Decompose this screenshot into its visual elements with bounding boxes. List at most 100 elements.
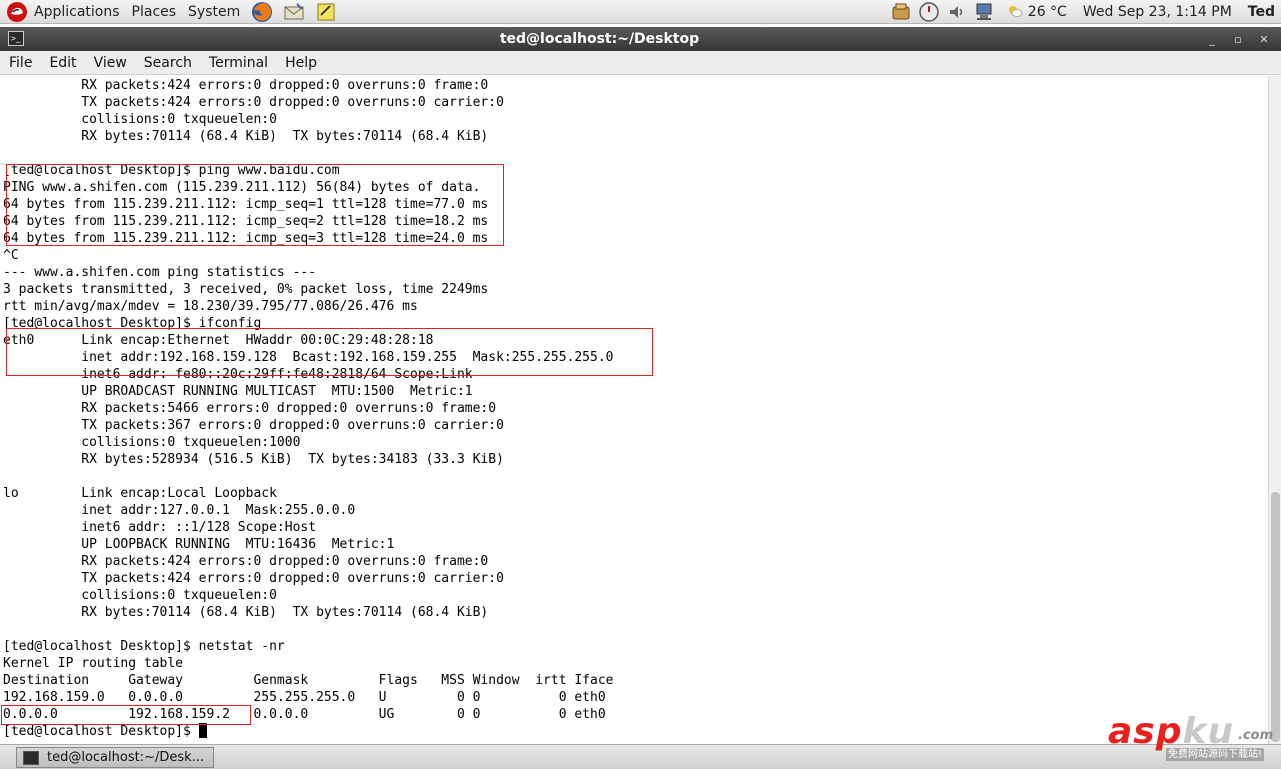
terminal-line-text: PING www.a.shifen.com (115.239.211.112) … [3, 180, 481, 195]
terminal-line-text: TX packets:424 errors:0 dropped:0 overru… [3, 571, 504, 586]
terminal-line: RX packets:424 errors:0 dropped:0 overru… [3, 553, 613, 570]
menu-view[interactable]: View [85, 55, 135, 71]
terminal-task-icon [23, 750, 39, 765]
menu-file[interactable]: File [0, 55, 40, 71]
terminal-line-text: [ted@localhost Desktop]$ ifconfig [3, 316, 262, 331]
terminal-line-text: TX packets:424 errors:0 dropped:0 overru… [3, 95, 504, 110]
menu-edit[interactable]: Edit [40, 55, 84, 71]
terminal-line-text: RX bytes:528934 (516.5 KiB) TX bytes:341… [3, 452, 504, 467]
terminal-line-text: [ted@localhost Desktop]$ [3, 724, 199, 739]
terminal-lines: RX packets:424 errors:0 dropped:0 overru… [3, 77, 613, 740]
network-icon[interactable] [974, 1, 996, 23]
terminal-line: 64 bytes from 115.239.211.112: icmp_seq=… [3, 230, 613, 247]
terminal-line: --- www.a.shifen.com ping statistics --- [3, 264, 613, 281]
terminal-line: inet6 addr: fe80::20c:29ff:fe48:2818/64 … [3, 366, 613, 383]
close-button[interactable]: ✕ [1251, 33, 1277, 46]
terminal-line-text: inet6 addr: ::1/128 Scope:Host [3, 520, 317, 535]
terminal-line: inet addr:127.0.0.1 Mask:255.0.0.0 [3, 502, 613, 519]
window-titlebar[interactable]: >_ ted@localhost:~/Desktop _ ▫ ✕ [0, 27, 1281, 51]
window-title: ted@localhost:~/Desktop [499, 31, 700, 47]
terminal-line: TX packets:424 errors:0 dropped:0 overru… [3, 570, 613, 587]
top-panel: Applications Places System 26 °C Wed Sep… [0, 0, 1281, 24]
terminal-line: Kernel IP routing table [3, 655, 613, 672]
terminal-line: inet6 addr: ::1/128 Scope:Host [3, 519, 613, 536]
terminal-line: inet addr:192.168.159.128 Bcast:192.168.… [3, 349, 613, 366]
terminal-line: [ted@localhost Desktop]$ [3, 723, 613, 740]
terminal-line: UP BROADCAST RUNNING MULTICAST MTU:1500 … [3, 383, 613, 400]
terminal-line: collisions:0 txqueuelen:1000 [3, 434, 613, 451]
terminal-line: TX packets:424 errors:0 dropped:0 overru… [3, 94, 613, 111]
power-icon[interactable] [918, 1, 940, 23]
redhat-icon [7, 1, 27, 22]
menu-bar: File Edit View Search Terminal Help [0, 51, 1281, 75]
terminal-scrollbar[interactable] [1268, 76, 1281, 744]
terminal-line-text: Kernel IP routing table [3, 656, 184, 671]
terminal-line-text: 3 packets transmitted, 3 received, 0% pa… [3, 282, 489, 297]
terminal-line-text: 64 bytes from 115.239.211.112: icmp_seq=… [3, 197, 489, 212]
terminal-line: rtt min/avg/max/mdev = 18.230/39.795/77.… [3, 298, 613, 315]
notes-icon[interactable] [315, 1, 337, 23]
terminal-line-text: RX bytes:70114 (68.4 KiB) TX bytes:70114… [3, 129, 489, 144]
bottom-panel: ted@localhost:~/Desk... [0, 744, 1281, 769]
mail-icon[interactable] [283, 1, 305, 23]
terminal-line-text: RX packets:424 errors:0 dropped:0 overru… [3, 78, 489, 93]
taskbar-terminal-button[interactable]: ted@localhost:~/Desk... [16, 747, 214, 768]
terminal-line: [ted@localhost Desktop]$ ping www.baidu.… [3, 162, 613, 179]
terminal-line: collisions:0 txqueuelen:0 [3, 587, 613, 604]
weather-indicator[interactable]: 26 °C [1007, 4, 1067, 20]
terminal-line: collisions:0 txqueuelen:0 [3, 111, 613, 128]
terminal-line-text: inet addr:127.0.0.1 Mask:255.0.0.0 [3, 503, 356, 518]
terminal-line-text: rtt min/avg/max/mdev = 18.230/39.795/77.… [3, 299, 418, 314]
taskbar-terminal-label: ted@localhost:~/Desk... [47, 750, 205, 765]
terminal-line-text: RX packets:5466 errors:0 dropped:0 overr… [3, 401, 497, 416]
terminal-line: 64 bytes from 115.239.211.112: icmp_seq=… [3, 196, 613, 213]
terminal-line: ^C [3, 247, 613, 264]
terminal-line: 0.0.0.0 192.168.159.2 0.0.0.0 UG 0 0 0 e… [3, 706, 613, 723]
clock[interactable]: Wed Sep 23, 1:14 PM [1083, 4, 1232, 20]
maximize-button[interactable]: ▫ [1225, 33, 1251, 46]
terminal-line-text: collisions:0 txqueuelen:0 [3, 588, 277, 603]
terminal-output[interactable]: RX packets:424 errors:0 dropped:0 overru… [0, 76, 1268, 744]
menu-help[interactable]: Help [276, 55, 325, 71]
terminal-line: TX packets:367 errors:0 dropped:0 overru… [3, 417, 613, 434]
terminal-line: [ted@localhost Desktop]$ netstat -nr [3, 638, 613, 655]
system-menu[interactable]: System [182, 0, 246, 24]
terminal-line-text: collisions:0 txqueuelen:0 [3, 112, 277, 127]
scrollbar-thumb[interactable] [1271, 492, 1280, 742]
terminal-line: 64 bytes from 115.239.211.112: icmp_seq=… [3, 213, 613, 230]
terminal-line-text: 64 bytes from 115.239.211.112: icmp_seq=… [3, 231, 489, 246]
terminal-line-text: lo Link encap:Local Loopback [3, 486, 277, 501]
places-label: Places [131, 3, 177, 20]
menu-terminal[interactable]: Terminal [200, 55, 276, 71]
menu-search[interactable]: Search [135, 55, 200, 71]
terminal-line: lo Link encap:Local Loopback [3, 485, 613, 502]
terminal-line: Destination Gateway Genmask Flags MSS Wi… [3, 672, 613, 689]
terminal-line-text: UP BROADCAST RUNNING MULTICAST MTU:1500 … [3, 384, 473, 399]
weather-icon [1009, 5, 1023, 17]
volume-icon[interactable] [946, 1, 968, 23]
updates-icon[interactable] [890, 1, 912, 23]
terminal-line-text: [ted@localhost Desktop]$ netstat -nr [3, 639, 285, 654]
places-menu[interactable]: Places [126, 0, 183, 24]
terminal-line-text: [ted@localhost Desktop]$ ping www.baidu.… [3, 163, 340, 178]
terminal-line: RX bytes:70114 (68.4 KiB) TX bytes:70114… [3, 128, 613, 145]
terminal-line-text: inet6 addr: fe80::20c:29ff:fe48:2818/64 … [3, 367, 473, 382]
user-menu[interactable]: Ted [1248, 4, 1275, 20]
applications-menu[interactable]: Applications [0, 0, 126, 24]
terminal-line-text: 64 bytes from 115.239.211.112: icmp_seq=… [3, 214, 489, 229]
terminal-line: eth0 Link encap:Ethernet HWaddr 00:0C:29… [3, 332, 613, 349]
terminal-line: UP LOOPBACK RUNNING MTU:16436 Metric:1 [3, 536, 613, 553]
terminal-line-text: 0.0.0.0 192.168.159.2 0.0.0.0 UG 0 0 0 e… [3, 707, 606, 722]
terminal-line-text: collisions:0 txqueuelen:1000 [3, 435, 301, 450]
terminal-line: 192.168.159.0 0.0.0.0 255.255.255.0 U 0 … [3, 689, 613, 706]
terminal-line-text: UP LOOPBACK RUNNING MTU:16436 Metric:1 [3, 537, 395, 552]
terminal-line-text: eth0 Link encap:Ethernet HWaddr 00:0C:29… [3, 333, 434, 348]
terminal-line-text: Destination Gateway Genmask Flags MSS Wi… [3, 673, 614, 688]
minimize-button[interactable]: _ [1199, 33, 1225, 46]
terminal-line: RX bytes:528934 (516.5 KiB) TX bytes:341… [3, 451, 613, 468]
firefox-icon[interactable] [251, 1, 273, 23]
terminal-line-text: RX bytes:70114 (68.4 KiB) TX bytes:70114… [3, 605, 489, 620]
